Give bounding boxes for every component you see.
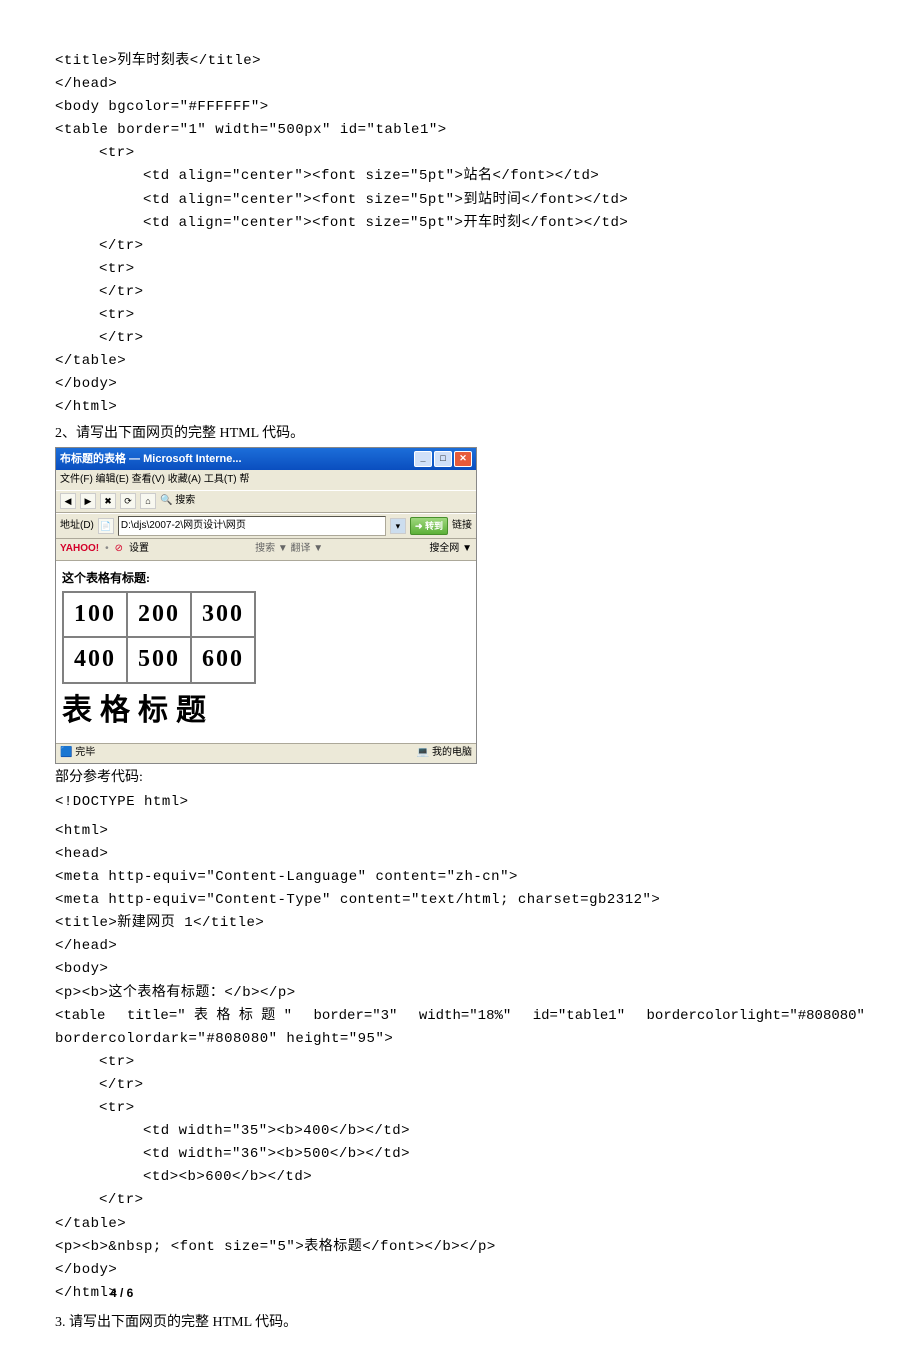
code-line: <meta http-equiv="Content-Language" cont… [55,866,865,889]
refresh-icon[interactable]: ⟳ [120,493,136,509]
address-label: 地址(D) [60,518,94,535]
address-bar-row: 地址(D) 📄 D:\djs\2007-2\网页设计\网页 ▾ ➜ 转到 链接 [56,513,476,540]
code-line: </table> [55,1213,865,1236]
code-line: <td align="center"><font size="5pt">到站时间… [55,189,865,212]
yahoo-settings[interactable]: 设置 [129,541,149,558]
table-cell: 100 [63,592,127,638]
code-line: </tr> [55,235,865,258]
menu-bar[interactable]: 文件(F) 编辑(E) 查看(V) 收藏(A) 工具(T) 帮 [56,470,476,491]
code-line: </html> [55,1282,865,1305]
code-line: </tr> [55,1189,865,1212]
sample-table: 100 200 300 400 500 600 [62,591,256,684]
code-line: <td width="36"><b>500</b></td> [55,1143,865,1166]
code-line: <tr> [55,1051,865,1074]
code-line: <tr> [55,142,865,165]
code-line: </tr> [55,1074,865,1097]
back-icon[interactable]: ◀ [60,493,76,509]
stop-icon[interactable]: ✖ [100,493,116,509]
home-icon[interactable]: ⌂ [140,493,156,509]
code-line: </html> [55,396,865,419]
page-heading: 这个表格有标题: [62,571,150,585]
question-2-label: 2、请写出下面网页的完整 HTML 代码。 [55,422,865,445]
table-cell: 200 [127,592,191,638]
code-line: </body> [55,373,865,396]
code-line: </table> [55,350,865,373]
address-input[interactable]: D:\djs\2007-2\网页设计\网页 [118,516,386,537]
yahoo-stop-icon[interactable]: ⊘ [115,541,123,558]
code-line: <body> [55,958,865,981]
code-line: <tr> [55,258,865,281]
code-line-justified: <table title=" 表 格 标 题 " border="3" widt… [55,1005,865,1028]
code-line: </tr> [55,327,865,350]
table-big-caption: 表格标题 [62,686,470,736]
minimize-button[interactable]: _ [414,451,432,467]
code-line: <tr> [55,304,865,327]
dropdown-icon[interactable]: ▾ [390,518,406,534]
code-line: </head> [55,935,865,958]
code-line: </tr> [55,281,865,304]
yahoo-search-trans[interactable]: 搜索 ▼ 翻译 ▼ [155,541,423,558]
page-number: 4 / 6 [110,1284,133,1304]
code-line: </body> [55,1259,865,1282]
maximize-button[interactable]: □ [434,451,452,467]
search-label[interactable]: 🔍 搜索 [160,493,195,510]
toolbar-nav: ◀ ▶ ✖ ⟳ ⌂ 🔍 搜索 [56,490,476,513]
page-icon: 📄 [98,518,114,534]
window-titlebar: 布标题的表格 — Microsoft Interne... _ □ ✕ [56,448,476,470]
page-content-area: 这个表格有标题: 100 200 300 400 500 600 表格标题 [56,561,476,743]
code-line: <body bgcolor="#FFFFFF"> [55,96,865,119]
code-line: <tr> [55,1097,865,1120]
embedded-browser-screenshot: 布标题的表格 — Microsoft Interne... _ □ ✕ 文件(F… [55,447,477,764]
code-line: <p><b>&nbsp; <font size="5">表格标题</font><… [55,1236,865,1259]
yahoo-logo: YAHOO! [60,541,99,558]
code-line: <td align="center"><font size="5pt">站名</… [55,165,865,188]
code-line: bordercolordark="#808080" height="95"> [55,1028,865,1051]
status-right: 💻 我的电脑 [417,745,472,762]
code-line: <td width="35"><b>400</b></td> [55,1120,865,1143]
code-line: <p><b>这个表格有标题：</b></p> [55,982,865,1005]
code-line: <title>列车时刻表</title> [55,50,865,73]
question-3-label: 3. 请写出下面网页的完整 HTML 代码。 [55,1311,865,1334]
forward-icon[interactable]: ▶ [80,493,96,509]
close-button[interactable]: ✕ [454,451,472,467]
yahoo-toolbar: YAHOO! • ⊘ 设置 搜索 ▼ 翻译 ▼ 搜全网 ▼ [56,539,476,561]
table-row: 400 500 600 [63,637,255,683]
code-line: <table border="1" width="500px" id="tabl… [55,119,865,142]
code-line: <td><b>600</b></td> [55,1166,865,1189]
code-line: <html> [55,820,865,843]
table-cell: 400 [63,637,127,683]
code-line: <title>新建网页 1</title> [55,912,865,935]
status-left: 🟦 完毕 [60,745,95,762]
table-cell: 500 [127,637,191,683]
go-button[interactable]: ➜ 转到 [410,517,448,536]
yahoo-searchall[interactable]: 搜全网 ▼ [429,541,472,558]
table-cell: 300 [191,592,255,638]
table-cell: 600 [191,637,255,683]
reference-code-label: 部分参考代码: [55,766,865,789]
code-line: <head> [55,843,865,866]
status-bar: 🟦 完毕 💻 我的电脑 [56,743,476,763]
code-line: <td align="center"><font size="5pt">开车时刻… [55,212,865,235]
code-line: <!DOCTYPE html> [55,791,865,814]
window-title: 布标题的表格 — Microsoft Interne... [60,450,242,468]
code-line: </head> [55,73,865,96]
table-row: 100 200 300 [63,592,255,638]
links-label[interactable]: 链接 [452,518,472,535]
code-line: <meta http-equiv="Content-Type" content=… [55,889,865,912]
